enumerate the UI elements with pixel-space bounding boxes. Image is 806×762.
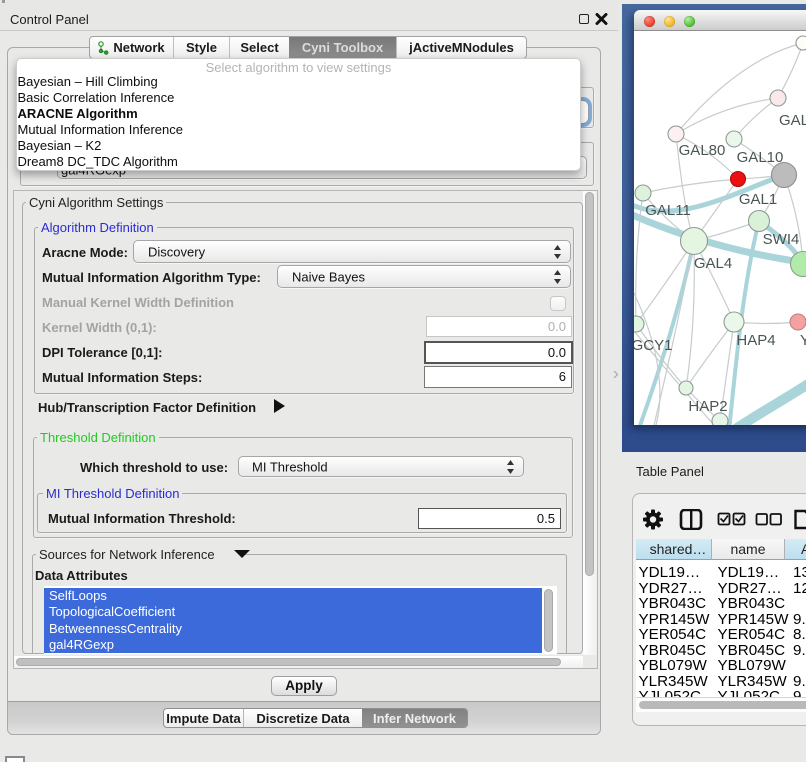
svg-text:Y: Y [800,332,806,349]
svg-text:GAL1: GAL1 [739,191,777,208]
svg-text:HAP4: HAP4 [736,332,775,349]
svg-text:GAL11: GAL11 [645,202,691,219]
svg-text:HAP2: HAP2 [688,398,727,415]
svg-text:SWI4: SWI4 [763,231,800,248]
svg-text:GAL80: GAL80 [679,142,726,159]
svg-text:GAL10: GAL10 [737,149,784,166]
svg-text:GAL4: GAL4 [694,255,732,272]
svg-text:GAL2: GAL2 [779,112,806,129]
svg-text:GCY1: GCY1 [634,337,672,354]
